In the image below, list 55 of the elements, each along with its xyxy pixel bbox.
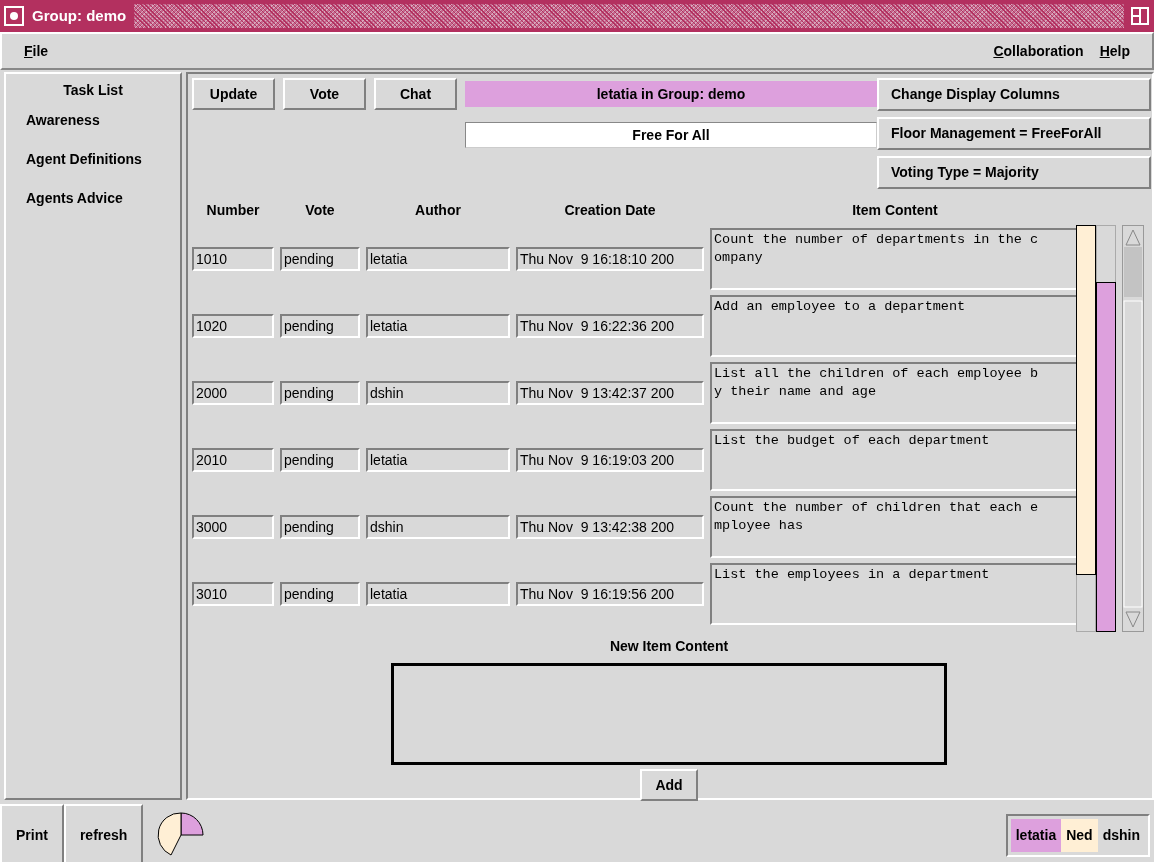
author-field: dshin: [366, 514, 510, 539]
window-menu-icon[interactable]: [4, 6, 24, 26]
author-field: letatia: [366, 246, 510, 271]
scrollbar[interactable]: [1122, 225, 1144, 632]
group-label: letatia in Group: demo: [465, 81, 877, 107]
task-list-item[interactable]: Awareness: [6, 110, 180, 131]
footer-button[interactable]: Print: [0, 804, 64, 862]
vote-field: pending: [280, 380, 360, 405]
vote-field: pending: [280, 581, 360, 606]
new-item-label: New Item Content: [608, 637, 730, 656]
maximize-icon[interactable]: [1130, 6, 1150, 26]
task-list-item[interactable]: Agent Definitions: [6, 149, 180, 170]
date-field: Thu Nov 9 16:19:56 200: [516, 581, 704, 606]
settings-button[interactable]: Change Display Columns: [877, 78, 1151, 111]
number-field: 3000: [192, 514, 274, 539]
vote-field: pending: [280, 447, 360, 472]
menu-item[interactable]: Help: [1091, 40, 1138, 62]
toolbar-button[interactable]: Chat: [374, 78, 457, 110]
column-header: Vote: [304, 200, 336, 220]
number-field: 1020: [192, 313, 274, 338]
column-header: Author: [414, 200, 462, 220]
task-list-title: Task List: [62, 81, 124, 100]
menu-item[interactable]: File: [16, 40, 57, 62]
number-field: 2010: [192, 447, 274, 472]
task-list-item[interactable]: Agents Advice: [6, 188, 180, 209]
date-field: Thu Nov 9 13:42:37 200: [516, 380, 704, 405]
vote-field: pending: [280, 246, 360, 271]
author-field: dshin: [366, 380, 510, 405]
column-header: Number: [205, 200, 261, 220]
footer-button[interactable]: refresh: [63, 804, 144, 862]
vote-field: pending: [280, 313, 360, 338]
date-field: Thu Nov 9 13:42:38 200: [516, 514, 704, 539]
date-field: Thu Nov 9 16:18:10 200: [516, 246, 704, 271]
toolbar-button[interactable]: Update: [192, 78, 275, 110]
toolbar-button[interactable]: Vote: [283, 78, 366, 110]
floor-mode-field: Free For All: [465, 122, 877, 148]
author-field: letatia: [366, 581, 510, 606]
add-button[interactable]: Add: [640, 769, 698, 801]
author-field: letatia: [366, 447, 510, 472]
column-header: Creation Date: [563, 200, 657, 220]
author-field: letatia: [366, 313, 510, 338]
user-tag: Ned: [1061, 818, 1098, 852]
vote-field: pending: [280, 514, 360, 539]
column-header: Item Content: [851, 200, 939, 220]
number-field: 3010: [192, 581, 274, 606]
window-title: Group: demo: [31, 5, 128, 26]
user-tag: letatia: [1010, 818, 1062, 852]
settings-button[interactable]: Voting Type = Majority: [877, 156, 1151, 189]
number-field: 2000: [192, 380, 274, 405]
number-field: 1010: [192, 246, 274, 271]
date-field: Thu Nov 9 16:19:03 200: [516, 447, 704, 472]
menu-item[interactable]: Collaboration: [985, 40, 1092, 62]
settings-button[interactable]: Floor Management = FreeForAll: [877, 117, 1151, 150]
date-field: Thu Nov 9 16:22:36 200: [516, 313, 704, 338]
new-item-field[interactable]: [391, 663, 947, 765]
